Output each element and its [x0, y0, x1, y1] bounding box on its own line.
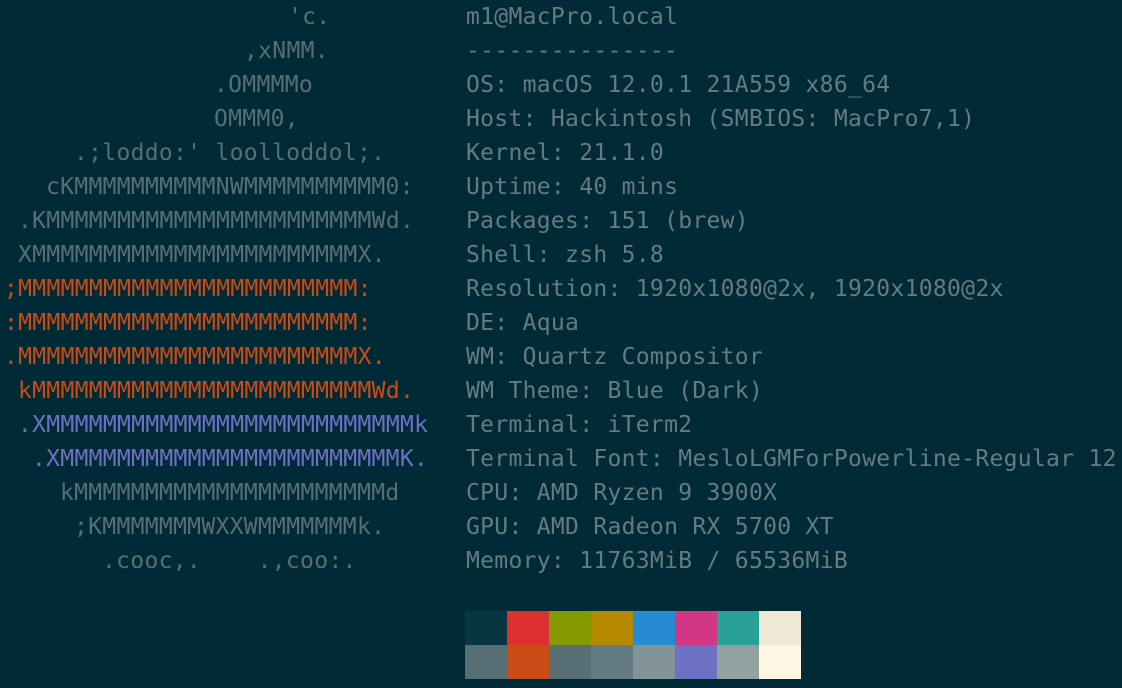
info-key: WM Theme	[466, 378, 580, 404]
info-row-os: OS: macOS 12.0.1 21A559 x86_64	[466, 72, 891, 98]
color-swatch-normal	[591, 611, 633, 645]
info-row-uptime: Uptime: 40 mins	[466, 174, 679, 200]
info-key: Shell	[466, 242, 537, 268]
logo-line: kMMMMMMMMMMMMMMMMMMMMMMd	[60, 480, 400, 506]
logo-line: ;MMMMMMMMMMMMMMMMMMMMMMMM:	[4, 276, 372, 302]
info-key: CPU	[466, 480, 509, 506]
info-row-resolution: Resolution: 1920x1080@2x, 1920x1080@2x	[466, 276, 1004, 302]
info-value: AMD Radeon RX 5700 XT	[536, 514, 834, 540]
info-key: Kernel	[466, 140, 551, 166]
color-swatch-bright	[675, 645, 717, 679]
info-row-shell: Shell: zsh 5.8	[466, 242, 665, 268]
color-swatch-bright	[759, 645, 801, 679]
info-key: DE	[466, 310, 495, 336]
color-swatch-normal	[465, 611, 507, 645]
info-value: 151 (brew)	[607, 208, 749, 234]
logo-line: .KMMMMMMMMMMMMMMMMMMMMMMMWd.	[18, 208, 415, 234]
info-row-host: Host: Hackintosh (SMBIOS: MacPro7,1)	[466, 106, 976, 132]
info-row-terminal-font: Terminal Font: MesloLGMForPowerline-Regu…	[466, 446, 1117, 472]
info-row-de: DE: Aqua	[466, 310, 580, 336]
info-value: Aqua	[522, 310, 580, 336]
color-swatch-bright	[633, 645, 675, 679]
logo-line: .cooc,. .,coo:.	[102, 548, 357, 574]
logo-line: ,xNMM.	[244, 38, 329, 64]
info-key: Terminal	[466, 412, 580, 438]
color-swatch-bright	[549, 645, 591, 679]
logo-line: .XMMMMMMMMMMMMMMMMMMMMMMMMK.	[32, 446, 429, 472]
logo-line: ;KMMMMMMMWXXWMMMMMMMk.	[74, 514, 386, 540]
info-key: Uptime	[466, 174, 551, 200]
info-row-terminal: Terminal: iTerm2	[466, 412, 693, 438]
info-key: Packages	[466, 208, 580, 234]
info-key: Resolution	[466, 276, 608, 302]
logo-line: OMMM0,	[214, 106, 299, 132]
info-row-memory: Memory: 11763MiB / 65536MiB	[466, 548, 848, 574]
info-row-wm: WM: Quartz Compositor	[466, 344, 764, 370]
info-value: zsh 5.8	[565, 242, 665, 268]
logo-line: 'c.	[288, 4, 331, 30]
color-swatch-normal	[675, 611, 717, 645]
color-swatch-bright	[465, 645, 507, 679]
info-row-kernel: Kernel: 21.1.0	[466, 140, 665, 166]
info-key: GPU	[466, 514, 509, 540]
logo-line: cKMMMMMMMMMMNWMMMMMMMMMM0:	[46, 174, 414, 200]
color-swatch-normal	[717, 611, 759, 645]
logo-line: .XMMMMMMMMMMMMMMMMMMMMMMMMMMk	[18, 412, 429, 438]
user-host-header: m1@MacPro.local	[466, 4, 679, 30]
terminal-window[interactable]: 'c. ,xNMM. .OMMMMo OMMM0, .;loddo:' lool…	[0, 0, 1122, 688]
info-value: AMD Ryzen 9 3900X	[536, 480, 778, 506]
logo-line: .;loddo:' loolloddol;.	[74, 140, 386, 166]
info-key: Terminal Font	[466, 446, 650, 472]
info-key: Host	[466, 106, 523, 132]
info-value: Quartz Compositor	[522, 344, 764, 370]
info-value: MesloLGMForPowerline-Regular 12	[678, 446, 1117, 472]
info-value: iTerm2	[607, 412, 693, 438]
info-key: WM	[466, 344, 495, 370]
color-swatch-bright	[591, 645, 633, 679]
info-value: macOS 12.0.1 21A559 x86_64	[522, 72, 891, 98]
color-palette	[465, 611, 801, 679]
logo-line: :MMMMMMMMMMMMMMMMMMMMMMMM:	[4, 310, 372, 336]
color-swatch-normal	[507, 611, 549, 645]
header-separator: ---------------	[466, 38, 679, 64]
info-row-gpu: GPU: AMD Radeon RX 5700 XT	[466, 514, 834, 540]
color-swatch-bright	[717, 645, 759, 679]
info-row-wm-theme: WM Theme: Blue (Dark)	[466, 378, 764, 404]
info-value: Hackintosh (SMBIOS: MacPro7,1)	[550, 106, 976, 132]
info-value: 1920x1080@2x, 1920x1080@2x	[635, 276, 1004, 302]
logo-line: kMMMMMMMMMMMMMMMMMMMMMMMMWd.	[18, 378, 415, 404]
color-swatch-bright	[507, 645, 549, 679]
info-value: 11763MiB / 65536MiB	[579, 548, 848, 574]
info-value: 40 mins	[579, 174, 679, 200]
info-key: OS	[466, 72, 495, 98]
info-key: Memory	[466, 548, 551, 574]
color-swatch-normal	[549, 611, 591, 645]
color-swatch-normal	[759, 611, 801, 645]
info-row-packages: Packages: 151 (brew)	[466, 208, 749, 234]
info-row-cpu: CPU: AMD Ryzen 9 3900X	[466, 480, 778, 506]
info-value: Blue (Dark)	[607, 378, 764, 404]
logo-line: .OMMMMo	[214, 72, 314, 98]
color-swatch-normal	[633, 611, 675, 645]
logo-line: .MMMMMMMMMMMMMMMMMMMMMMMMX.	[4, 344, 386, 370]
logo-line: XMMMMMMMMMMMMMMMMMMMMMMMX.	[18, 242, 386, 268]
info-value: 21.1.0	[579, 140, 665, 166]
